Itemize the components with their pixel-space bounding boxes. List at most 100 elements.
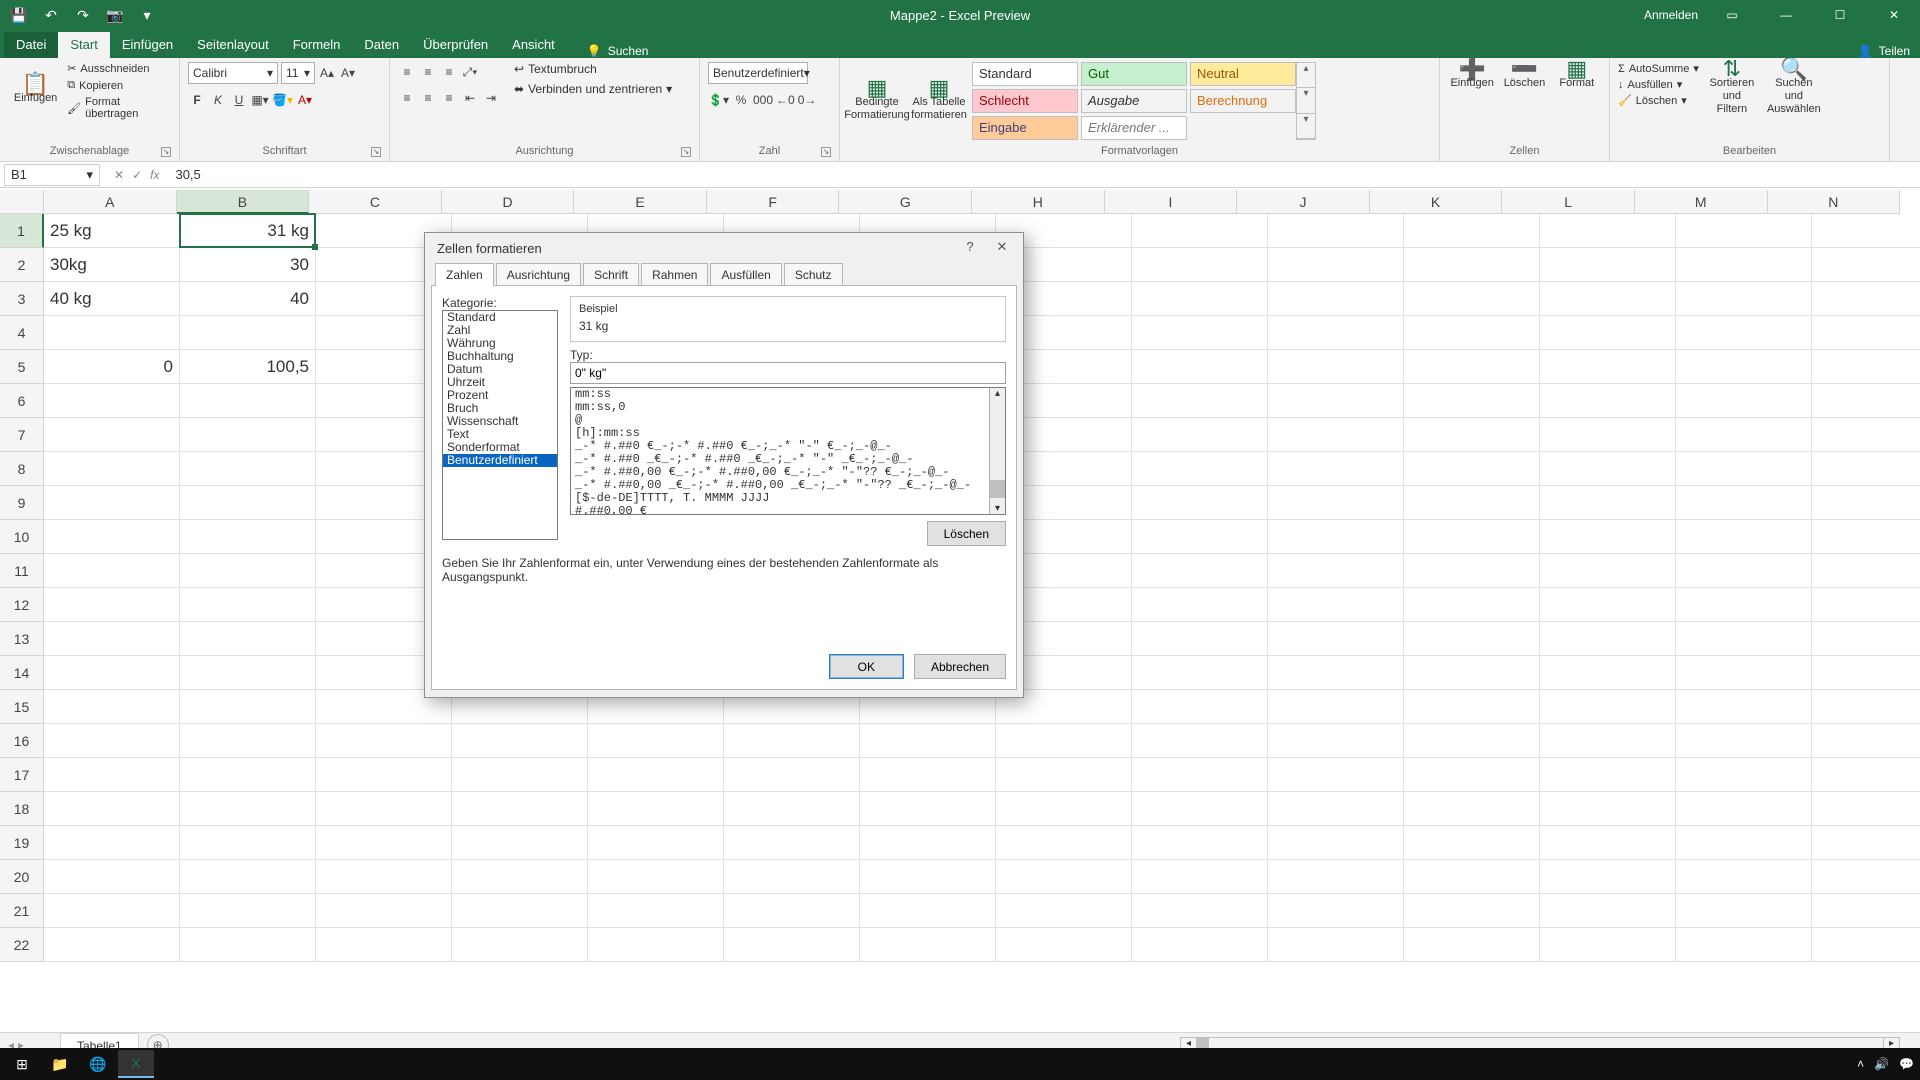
orientation-icon[interactable]: ⤢▾ <box>461 62 479 82</box>
cell-D19[interactable] <box>452 826 588 860</box>
name-box[interactable]: B1▾ <box>4 164 100 186</box>
cell-J8[interactable] <box>1268 452 1404 486</box>
fill-button[interactable]: ↓Ausfüllen ▾ <box>1618 78 1699 91</box>
cell-style-neutral[interactable]: Neutral <box>1190 62 1296 86</box>
dialog-tab-schutz[interactable]: Schutz <box>784 263 843 286</box>
row-header-20[interactable]: 20 <box>0 860 44 894</box>
cell-K2[interactable] <box>1404 248 1540 282</box>
cell-A10[interactable] <box>44 520 180 554</box>
cell-D21[interactable] <box>452 894 588 928</box>
row-header-14[interactable]: 14 <box>0 656 44 690</box>
cell-J18[interactable] <box>1268 792 1404 826</box>
cell-I8[interactable] <box>1132 452 1268 486</box>
cell-A22[interactable] <box>44 928 180 962</box>
cell-M7[interactable] <box>1676 418 1812 452</box>
row-header-12[interactable]: 12 <box>0 588 44 622</box>
italic-button[interactable]: K <box>209 90 227 110</box>
cell-M15[interactable] <box>1676 690 1812 724</box>
tab-seitenlayout[interactable]: Seitenlayout <box>185 32 281 58</box>
close-icon[interactable]: ✕ <box>1874 2 1914 28</box>
cell-M13[interactable] <box>1676 622 1812 656</box>
cell-M22[interactable] <box>1676 928 1812 962</box>
share-button[interactable]: 👤Teilen <box>1858 44 1910 58</box>
row-header-10[interactable]: 10 <box>0 520 44 554</box>
cell-K4[interactable] <box>1404 316 1540 350</box>
cell-J22[interactable] <box>1268 928 1404 962</box>
cell-K3[interactable] <box>1404 282 1540 316</box>
column-header-H[interactable]: H <box>972 190 1105 214</box>
cell-G21[interactable] <box>860 894 996 928</box>
cell-L7[interactable] <box>1540 418 1676 452</box>
cell-A8[interactable] <box>44 452 180 486</box>
cell-K18[interactable] <box>1404 792 1540 826</box>
cell-B8[interactable] <box>180 452 316 486</box>
cell-N9[interactable] <box>1812 486 1920 520</box>
cell-C22[interactable] <box>316 928 452 962</box>
tab-start[interactable]: Start <box>58 32 109 58</box>
cell-C17[interactable] <box>316 758 452 792</box>
cell-style-standard[interactable]: Standard <box>972 62 1078 86</box>
row-header-5[interactable]: 5 <box>0 350 44 384</box>
format-cells-button[interactable]: ▦Format <box>1553 62 1601 90</box>
cell-N6[interactable] <box>1812 384 1920 418</box>
column-header-N[interactable]: N <box>1768 190 1901 214</box>
row-header-1[interactable]: 1 <box>0 214 44 248</box>
row-header-11[interactable]: 11 <box>0 554 44 588</box>
cell-N12[interactable] <box>1812 588 1920 622</box>
conditional-formatting-button[interactable]: ▦Bedingte Formatierung <box>848 62 906 140</box>
cell-I1[interactable] <box>1132 214 1268 248</box>
excel-taskbar-icon[interactable]: X <box>118 1050 154 1078</box>
cell-B22[interactable] <box>180 928 316 962</box>
cell-L17[interactable] <box>1540 758 1676 792</box>
cell-E22[interactable] <box>588 928 724 962</box>
dialog-close-icon[interactable]: ✕ <box>989 237 1015 259</box>
cell-F17[interactable] <box>724 758 860 792</box>
maximize-icon[interactable]: ☐ <box>1820 2 1860 28</box>
cell-N13[interactable] <box>1812 622 1920 656</box>
decrease-indent-icon[interactable]: ⇤ <box>461 88 479 108</box>
increase-decimal-icon[interactable]: ←0 <box>776 90 795 110</box>
cell-M5[interactable] <box>1676 350 1812 384</box>
cell-A12[interactable] <box>44 588 180 622</box>
column-header-F[interactable]: F <box>707 190 840 214</box>
cell-C21[interactable] <box>316 894 452 928</box>
cell-B19[interactable] <box>180 826 316 860</box>
formula-value[interactable]: 30,5 <box>169 167 200 182</box>
clear-button[interactable]: 🧹Löschen ▾ <box>1618 94 1699 107</box>
cell-A14[interactable] <box>44 656 180 690</box>
cell-B18[interactable] <box>180 792 316 826</box>
delete-format-button[interactable]: Löschen <box>927 521 1006 546</box>
align-dialog-launcher[interactable]: ↘ <box>681 147 691 157</box>
cell-K10[interactable] <box>1404 520 1540 554</box>
cell-I13[interactable] <box>1132 622 1268 656</box>
cell-L6[interactable] <box>1540 384 1676 418</box>
cell-I18[interactable] <box>1132 792 1268 826</box>
number-dialog-launcher[interactable]: ↘ <box>821 147 831 157</box>
cell-H21[interactable] <box>996 894 1132 928</box>
cell-M2[interactable] <box>1676 248 1812 282</box>
cell-I10[interactable] <box>1132 520 1268 554</box>
cell-I20[interactable] <box>1132 860 1268 894</box>
cell-N20[interactable] <box>1812 860 1920 894</box>
cell-L5[interactable] <box>1540 350 1676 384</box>
cell-K16[interactable] <box>1404 724 1540 758</box>
cell-L3[interactable] <box>1540 282 1676 316</box>
cell-M12[interactable] <box>1676 588 1812 622</box>
cell-L9[interactable] <box>1540 486 1676 520</box>
cell-M16[interactable] <box>1676 724 1812 758</box>
cell-N1[interactable] <box>1812 214 1920 248</box>
cell-J11[interactable] <box>1268 554 1404 588</box>
cell-I9[interactable] <box>1132 486 1268 520</box>
dialog-tab-ausrichtung[interactable]: Ausrichtung <box>496 263 581 286</box>
cell-B17[interactable] <box>180 758 316 792</box>
cell-F22[interactable] <box>724 928 860 962</box>
column-header-I[interactable]: I <box>1105 190 1238 214</box>
tab-ueberpruefen[interactable]: Überprüfen <box>411 32 500 58</box>
cell-D16[interactable] <box>452 724 588 758</box>
dialog-tab-rahmen[interactable]: Rahmen <box>641 263 708 286</box>
cell-L12[interactable] <box>1540 588 1676 622</box>
cell-H22[interactable] <box>996 928 1132 962</box>
cell-A21[interactable] <box>44 894 180 928</box>
cell-L1[interactable] <box>1540 214 1676 248</box>
column-header-M[interactable]: M <box>1635 190 1768 214</box>
